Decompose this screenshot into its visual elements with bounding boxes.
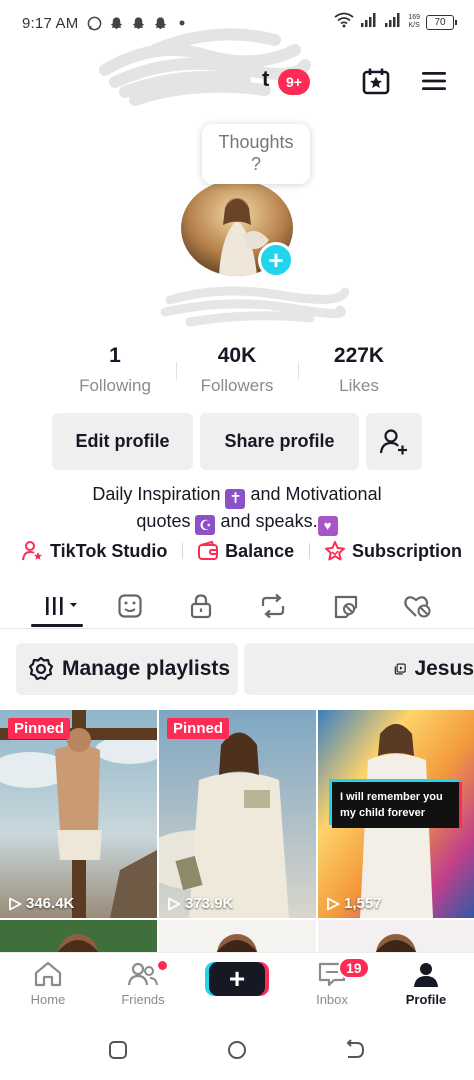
nav-friends[interactable]: Friends — [103, 959, 183, 1007]
videos-grid-icon — [46, 597, 77, 615]
back-icon[interactable] — [343, 1038, 367, 1062]
friends-notification-dot — [158, 961, 167, 970]
create-button[interactable]: + — [209, 962, 265, 996]
stat-following[interactable]: 1 Following — [54, 344, 176, 396]
recents-icon[interactable] — [106, 1038, 130, 1062]
reposts-icon — [261, 593, 285, 619]
nav-home[interactable]: Home — [8, 959, 88, 1007]
bottom-nav: Home Friends + Inbox 19 Profile — [0, 952, 474, 1014]
person-star-icon — [22, 541, 42, 561]
cross-emoji-icon: ✝ — [225, 489, 246, 509]
manage-playlists-button[interactable]: Manage playlists — [16, 643, 238, 695]
profile-icon — [414, 963, 438, 987]
status-time: 9:17 AM — [22, 14, 79, 32]
tab-reposts[interactable] — [253, 588, 293, 624]
liked-icon — [404, 596, 431, 618]
menu-icon[interactable] — [417, 64, 451, 98]
share-profile-button[interactable]: Share profile — [200, 413, 359, 470]
video-tile[interactable] — [0, 920, 157, 952]
video-thumbnail — [159, 710, 316, 918]
tab-liked[interactable] — [398, 588, 438, 624]
creator-links: TikTok Studio Balance Subscription — [22, 540, 462, 562]
play-icon — [9, 897, 22, 910]
video-tile[interactable]: Pinned 373.9K — [159, 710, 316, 918]
system-navigation — [0, 1030, 474, 1070]
view-count: 1,557 — [326, 895, 382, 912]
tab-private[interactable] — [181, 588, 221, 624]
heart-emoji-icon: ♥ — [317, 516, 338, 536]
friends-icon — [127, 962, 158, 986]
inbox-count-badge: 19 — [338, 957, 370, 979]
wallet-icon — [198, 540, 219, 560]
view-count: 346.4K — [8, 895, 74, 912]
crescent-emoji-icon: ☪ — [195, 515, 216, 535]
video-tile[interactable]: I will remember you my child forever 1,5… — [318, 710, 474, 918]
view-count: 373.9K — [167, 895, 233, 912]
calendar-star-icon[interactable] — [359, 64, 393, 98]
play-icon — [168, 897, 181, 910]
net-speed: 169 K/S — [408, 14, 420, 29]
active-tab-indicator — [31, 624, 83, 627]
profile-stats: 1 Following 40K Followers 227K Likes — [0, 344, 474, 396]
nav-profile[interactable]: Profile — [386, 959, 466, 1007]
switch-account-badge[interactable]: 9+ — [278, 69, 310, 95]
play-icon — [327, 897, 340, 910]
video-tile[interactable]: Pinned 346.4K — [0, 710, 157, 918]
favorites-icon — [118, 594, 142, 618]
video-tile[interactable] — [159, 920, 316, 952]
add-friend-button[interactable] — [366, 413, 422, 470]
signal-icon — [360, 12, 378, 32]
hidden-videos-icon — [334, 595, 358, 619]
add-story-button[interactable]: + — [258, 242, 294, 278]
tab-favorites[interactable] — [110, 588, 150, 624]
tiktok-studio-link[interactable]: TikTok Studio — [22, 540, 167, 562]
pinned-badge: Pinned — [167, 718, 230, 739]
playlist-jesus[interactable]: Jesus — [244, 643, 474, 695]
gear-icon — [28, 656, 54, 681]
username-fragment: t — [262, 66, 270, 91]
private-lock-icon — [190, 594, 212, 619]
balance-link[interactable]: Balance — [197, 540, 294, 562]
edit-profile-button[interactable]: Edit profile — [52, 413, 193, 470]
pinned-badge: Pinned — [8, 718, 71, 739]
tab-videos[interactable] — [37, 588, 83, 624]
wifi-icon — [334, 12, 354, 32]
video-thumbnail — [0, 710, 157, 918]
profile-bio: Daily Inspiration ✝ and Motivational quo… — [50, 482, 424, 536]
star-badge-icon — [324, 541, 345, 561]
subscription-link[interactable]: Subscription — [324, 540, 462, 562]
add-user-icon — [379, 428, 407, 454]
stat-likes[interactable]: 227K Likes — [298, 344, 420, 396]
stat-followers[interactable]: 40K Followers — [176, 344, 298, 396]
tab-hidden[interactable] — [326, 588, 366, 624]
video-caption: I will remember you my child forever — [332, 782, 462, 828]
redaction-scribble — [99, 28, 311, 106]
home-button-icon[interactable] — [225, 1038, 249, 1062]
profile-tabs — [0, 584, 474, 629]
video-tile[interactable] — [318, 920, 474, 952]
battery-icon: 70 — [426, 14, 457, 30]
playlist-icon — [394, 663, 406, 675]
signal-icon — [384, 12, 402, 32]
name-redaction-scribble — [160, 286, 350, 327]
home-icon — [34, 961, 62, 987]
thoughts-bubble[interactable]: Thoughts ? — [202, 124, 310, 184]
